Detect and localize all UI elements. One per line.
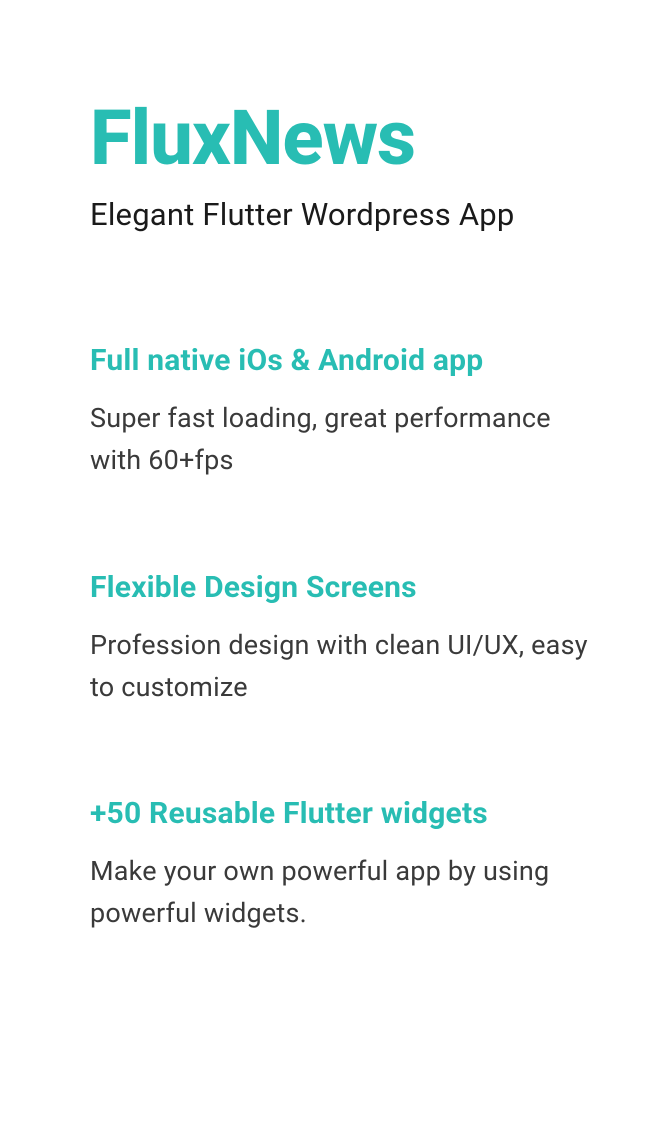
feature-title: +50 Reusable Flutter widgets (90, 796, 605, 831)
app-subtitle: Elegant Flutter Wordpress App (90, 196, 605, 233)
feature-item: Full native iOs & Android app Super fast… (90, 343, 605, 482)
feature-title: Flexible Design Screens (90, 570, 605, 605)
feature-title: Full native iOs & Android app (90, 343, 605, 378)
features-list: Full native iOs & Android app Super fast… (90, 343, 605, 935)
feature-item: +50 Reusable Flutter widgets Make your o… (90, 796, 605, 935)
feature-description: Make your own powerful app by using powe… (90, 851, 605, 935)
header: FluxNews Elegant Flutter Wordpress App (90, 100, 605, 233)
feature-description: Profession design with clean UI/UX, easy… (90, 625, 605, 709)
feature-description: Super fast loading, great performance wi… (90, 398, 605, 482)
feature-item: Flexible Design Screens Profession desig… (90, 570, 605, 709)
app-title: FluxNews (90, 100, 605, 176)
